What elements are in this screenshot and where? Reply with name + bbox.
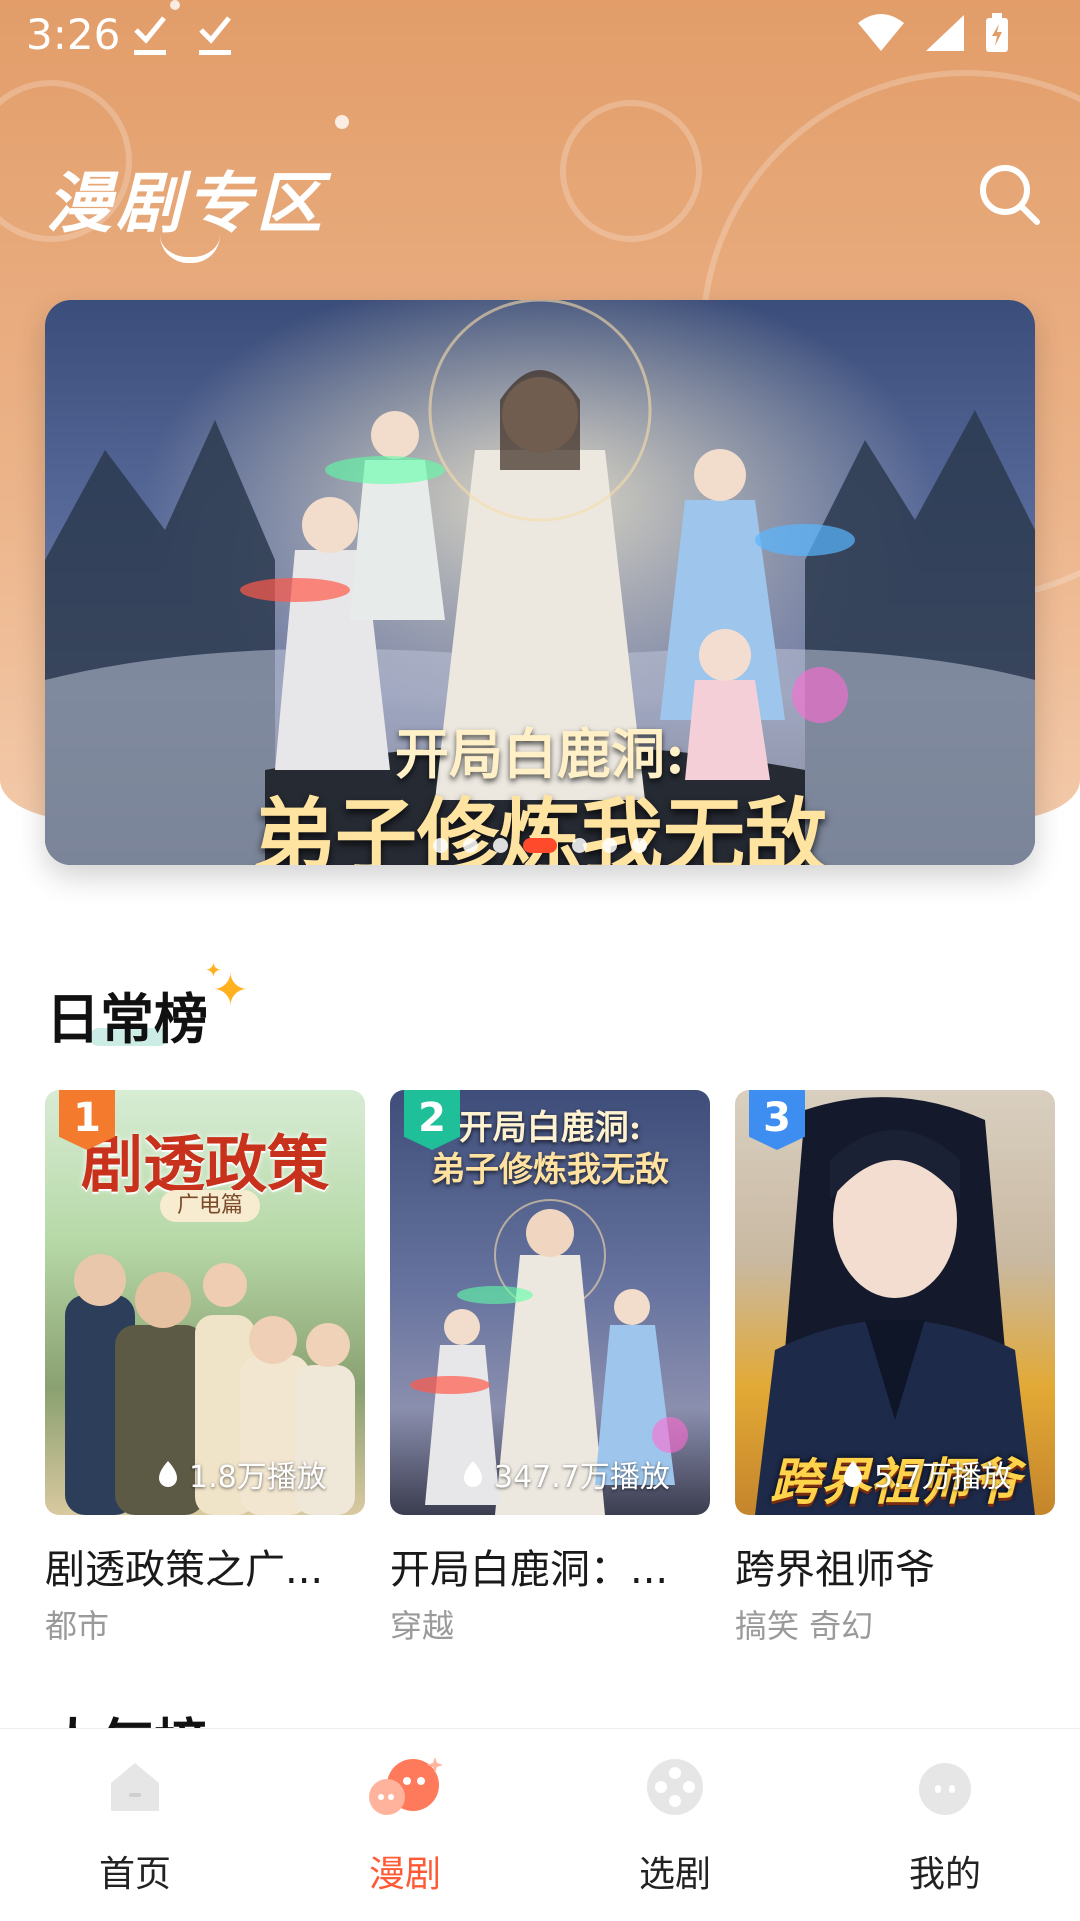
carousel-dot[interactable] xyxy=(433,838,448,853)
fire-icon xyxy=(159,1461,177,1487)
drama-genre: 穿越 xyxy=(390,1607,455,1645)
drama-card[interactable]: 剧透政策 广电篇 1 1.8万播放 剧透政策之广... 都市 xyxy=(45,1090,365,1647)
nav-label: 选剧 xyxy=(638,1854,711,1895)
carousel-dot-active[interactable] xyxy=(523,838,557,853)
drama-cover[interactable]: 开局白鹿洞: 弟子修炼我无敌 2 347.7万播放 xyxy=(390,1090,710,1515)
featured-banner[interactable]: 开局白鹿洞: 弟子修炼我无敌 xyxy=(45,300,1035,865)
carousel-dot[interactable] xyxy=(572,838,587,853)
drama-title[interactable]: 跨界祖师爷 xyxy=(735,1537,1055,1595)
page-title: 漫剧专区 xyxy=(46,165,326,242)
download-done-icon xyxy=(134,16,166,55)
play-count-text: 347.7万播放 xyxy=(494,1460,670,1495)
ranking-list: 剧透政策 广电篇 1 1.8万播放 剧透政策之广... 都市 开局白鹿洞: 弟子… xyxy=(45,1090,1080,1650)
nav-label: 首页 xyxy=(98,1854,171,1895)
profile-icon xyxy=(919,1763,971,1815)
next-section-title: 人气榜 xyxy=(46,1688,208,1728)
next-section-title-text: 人气榜 xyxy=(46,1700,208,1728)
drama-card[interactable]: 开局白鹿洞: 弟子修炼我无敌 2 347.7万播放 开局白鹿洞：... 穿越 xyxy=(390,1090,710,1647)
download-done-icon xyxy=(199,16,231,55)
decor-circle xyxy=(560,100,702,242)
film-reel-icon xyxy=(647,1759,703,1815)
nav-item-select-drama[interactable]: 选剧 xyxy=(540,1729,810,1921)
carousel-dot[interactable] xyxy=(463,838,478,853)
carousel-indicator[interactable] xyxy=(45,838,1035,853)
nav-item-comic-drama[interactable]: 漫剧 xyxy=(270,1729,540,1921)
bottom-navigation: 首页 漫剧 选剧 我的 xyxy=(0,1728,1080,1921)
drama-card[interactable]: 跨界祖师爷 3 5.7万播放 跨界祖师爷 搞笑 奇幻 xyxy=(735,1090,1055,1647)
play-count: 1.8万播放 xyxy=(155,1452,327,1496)
drama-title[interactable]: 剧透政策之广... xyxy=(45,1537,365,1595)
nav-label: 我的 xyxy=(908,1854,981,1895)
fire-icon xyxy=(844,1461,862,1487)
cover-subtitle: 弟子修炼我无敌 xyxy=(431,1150,669,1190)
home-icon xyxy=(111,1763,159,1811)
carousel-dot[interactable] xyxy=(493,838,508,853)
decor-dot xyxy=(335,115,349,129)
drama-cover[interactable]: 剧透政策 广电篇 1 1.8万播放 xyxy=(45,1090,365,1515)
nav-item-home[interactable]: 首页 xyxy=(0,1729,270,1921)
play-count: 347.7万播放 xyxy=(460,1452,670,1496)
comic-drama-icon xyxy=(369,1757,443,1815)
status-time: 3:26 xyxy=(26,10,121,59)
play-count-text: 1.8万播放 xyxy=(189,1460,327,1495)
signal-icon xyxy=(926,15,964,51)
section-title: 日常榜 xyxy=(46,988,208,1051)
drama-title[interactable]: 开局白鹿洞：... xyxy=(390,1537,710,1595)
play-count-text: 5.7万播放 xyxy=(874,1460,1012,1495)
drama-cover[interactable]: 跨界祖师爷 3 5.7万播放 xyxy=(735,1090,1055,1515)
wifi-icon xyxy=(858,14,904,51)
carousel-dot[interactable] xyxy=(602,838,617,853)
nav-label: 漫剧 xyxy=(368,1854,441,1895)
play-count: 5.7万播放 xyxy=(840,1452,1012,1496)
fire-icon xyxy=(464,1461,482,1487)
drama-genre: 搞笑 奇幻 xyxy=(735,1607,874,1645)
nav-item-profile[interactable]: 我的 xyxy=(810,1729,1080,1921)
carousel-dot[interactable] xyxy=(632,838,647,853)
status-bar: 3:26 xyxy=(0,0,1080,72)
search-icon[interactable] xyxy=(975,160,1045,230)
drama-genre: 都市 xyxy=(45,1607,110,1645)
battery-charging-icon xyxy=(986,13,1008,52)
